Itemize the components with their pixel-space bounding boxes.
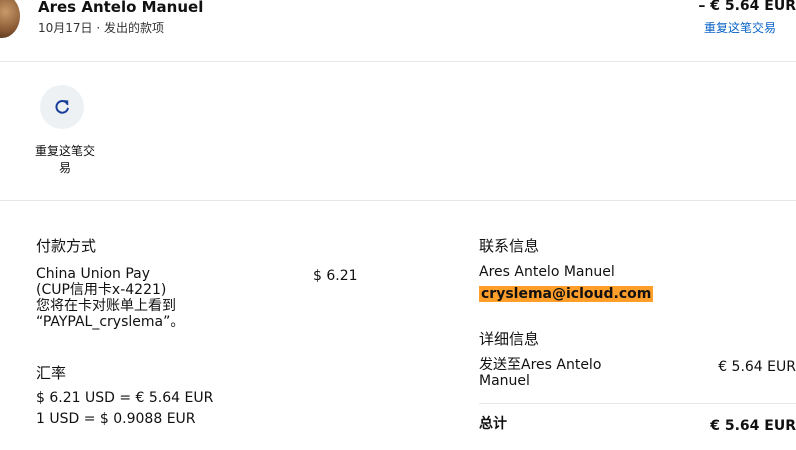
payment-method-line: (CUP信用卡x-4221): [36, 282, 167, 298]
repeat-transaction-label-text: 重复这笔交易: [34, 144, 95, 175]
repeat-transaction-label: 重复这笔交易: [30, 143, 100, 177]
sent-to: 发送至Ares Antelo Manuel: [479, 357, 601, 389]
payment-method-line: “PAYPAL_cryslema”。: [36, 314, 185, 330]
payment-method-line: 您将在卡对账单上看到: [36, 298, 176, 314]
exchange-rate-line: $ 6.21 USD = € 5.64 EUR: [36, 390, 214, 406]
repeat-transaction-button[interactable]: [40, 85, 84, 129]
exchange-rate-heading: 汇率: [36, 364, 67, 382]
repeat-transaction-link[interactable]: 重复这笔交易: [704, 19, 776, 36]
contact-email-wrap: cryslema@icloud.com: [479, 286, 654, 302]
contact-name: Ares Antelo Manuel: [479, 264, 615, 280]
sent-amount: € 5.64 EUR: [718, 359, 796, 375]
refresh-icon: [52, 97, 72, 117]
total-label: 总计: [479, 416, 507, 432]
divider: [0, 200, 796, 201]
transaction-amount: – € 5.64 EUR: [698, 0, 796, 14]
transaction-subtitle: 10月17日 · 发出的款项: [38, 21, 164, 35]
divider: [479, 403, 796, 404]
total-amount: € 5.64 EUR: [710, 418, 796, 434]
recipient-name: Ares Antelo Manuel: [38, 0, 204, 16]
sent-to-line: 发送至Ares Antelo: [479, 357, 602, 373]
contact-email[interactable]: cryslema@icloud.com: [479, 286, 654, 302]
avatar: [0, 0, 20, 38]
payment-amount: $ 6.21: [313, 268, 358, 284]
payment-method-details: China Union Pay (CUP信用卡x-4221) 您将在卡对账单上看…: [36, 266, 184, 330]
payment-method-line: China Union Pay: [36, 266, 151, 282]
details-heading: 详细信息: [479, 330, 540, 348]
contact-info-heading: 联系信息: [479, 237, 540, 255]
payment-method-heading: 付款方式: [36, 237, 97, 255]
divider: [0, 61, 796, 62]
sent-to-line: Manuel: [479, 373, 530, 389]
exchange-rate-line: 1 USD = $ 0.9088 EUR: [36, 411, 196, 427]
